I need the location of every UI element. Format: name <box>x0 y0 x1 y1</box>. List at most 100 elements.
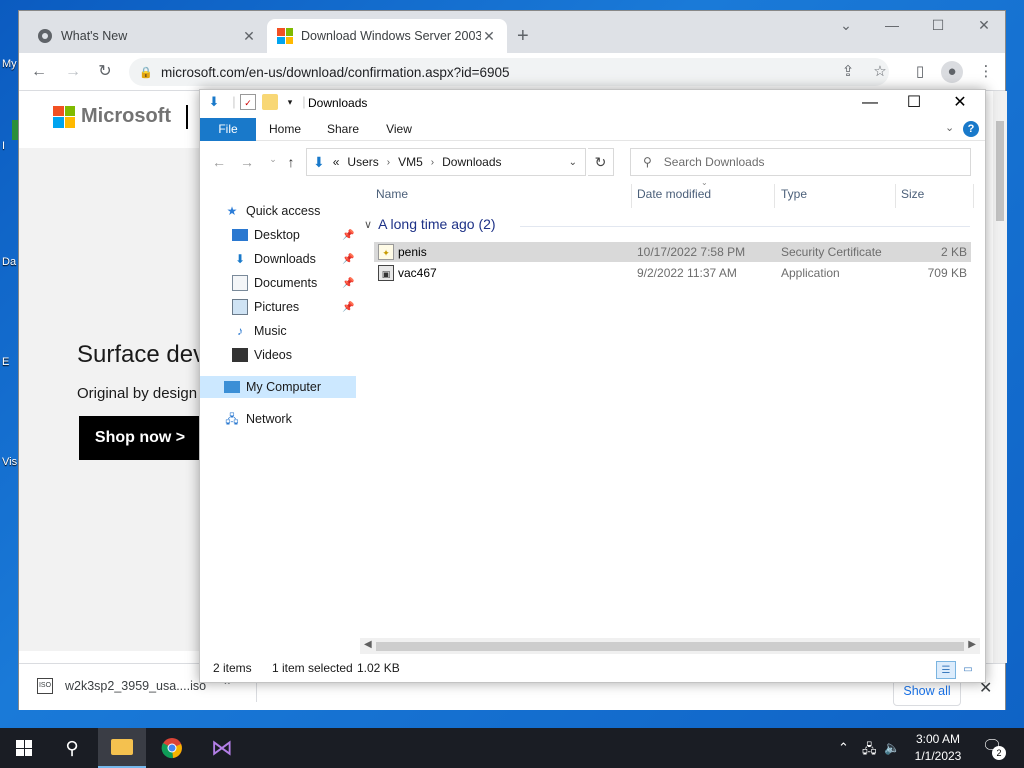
help-icon[interactable]: ? <box>963 121 979 137</box>
nav-my-computer[interactable]: My Computer <box>200 376 356 398</box>
column-divider[interactable] <box>973 184 974 208</box>
show-hidden-icons-icon[interactable]: ⌃ <box>838 740 849 756</box>
tab-file[interactable]: File <box>200 118 256 141</box>
chevron-right-icon[interactable]: › <box>431 157 434 168</box>
tab-home[interactable]: Home <box>262 118 308 141</box>
search-input[interactable]: ⚲ Search Downloads <box>630 148 971 176</box>
pin-icon[interactable]: 📌 <box>342 302 354 313</box>
network-icon[interactable]: 🖧 <box>862 740 877 762</box>
tab-view[interactable]: View <box>376 118 422 141</box>
nav-documents[interactable]: Documents 📌 <box>232 272 360 294</box>
desktop-icon <box>232 229 248 241</box>
forward-icon[interactable]: → <box>238 154 256 170</box>
minimize-icon[interactable]: — <box>848 92 892 114</box>
address-row: ← → ⌄ ↑ ⬇ « Users › VM5 › Downloads ⌄ ↻ … <box>200 146 985 178</box>
shop-now-button[interactable]: Shop now > <box>79 416 201 460</box>
address-bar[interactable]: ⬇ « Users › VM5 › Downloads ⌄ <box>306 148 586 176</box>
search-icon[interactable]: ⚲ <box>48 728 96 768</box>
file-list: ⌄ Name Date modified Type Size ∨ A long … <box>360 178 975 642</box>
column-name[interactable]: Name <box>360 182 408 206</box>
nav-desktop[interactable]: Desktop 📌 <box>232 224 360 246</box>
back-icon[interactable]: ← <box>210 154 228 170</box>
tab-download-windows-server[interactable]: Download Windows Server 2003 ✕ <box>267 19 507 53</box>
tab-close-icon[interactable]: ✕ <box>481 28 497 45</box>
date-text: 1/1/2023 <box>914 749 962 763</box>
breadcrumb-downloads[interactable]: Downloads <box>442 155 501 169</box>
tab-whats-new[interactable]: What's New ✕ <box>27 19 267 53</box>
visual-studio-icon[interactable]: ⋈ <box>198 728 246 768</box>
tab-close-icon[interactable]: ✕ <box>241 28 257 45</box>
chevron-down-icon[interactable]: ∨ <box>364 218 372 231</box>
desktop-icon-label[interactable]: Da <box>2 256 16 268</box>
back-icon[interactable]: ← <box>27 61 51 83</box>
scrollbar-thumb[interactable] <box>996 121 1004 221</box>
side-panel-icon[interactable]: ▯ <box>909 61 931 83</box>
application-icon: ▣ <box>378 265 394 281</box>
nav-videos[interactable]: Videos <box>232 344 292 366</box>
new-folder-icon[interactable] <box>262 94 278 110</box>
clock[interactable]: 3:00 AM 1/1/2023 <box>900 731 976 765</box>
scrollbar-thumb[interactable] <box>376 642 964 651</box>
lock-icon[interactable]: 🔒 <box>139 66 153 79</box>
desktop-icon-label[interactable]: My <box>2 58 17 70</box>
breadcrumb-overflow[interactable]: « <box>333 155 340 169</box>
address-bar[interactable]: 🔒 microsoft.com/en-us/download/confirmat… <box>129 58 889 86</box>
nav-downloads[interactable]: ⬇ Downloads 📌 <box>232 248 360 270</box>
desktop-icon-label[interactable]: I <box>2 140 5 152</box>
recent-locations-icon[interactable]: ⌄ <box>264 154 282 165</box>
nav-quick-access[interactable]: ★ Quick access <box>224 200 321 222</box>
breadcrumb-users[interactable]: Users <box>347 155 378 169</box>
group-header[interactable]: ∨ A long time ago (2) <box>364 216 496 232</box>
scroll-left-icon[interactable]: ◀ <box>364 639 372 650</box>
expand-ribbon-icon[interactable]: ⌄ <box>945 121 954 134</box>
breadcrumb-vm5[interactable]: VM5 <box>398 155 423 169</box>
share-icon[interactable]: ⇪ <box>837 61 859 83</box>
menu-kebab-icon[interactable]: ⋮ <box>975 61 997 83</box>
reload-icon[interactable]: ↻ <box>93 61 117 83</box>
column-type[interactable]: Type <box>765 182 807 206</box>
profile-avatar-icon[interactable]: ● <box>941 61 963 83</box>
column-date-modified[interactable]: Date modified <box>621 182 711 206</box>
horizontal-scrollbar[interactable]: ◀ ▶ <box>360 638 980 654</box>
chevron-right-icon[interactable]: › <box>387 157 390 168</box>
large-icons-view-icon[interactable]: ▭ <box>958 661 978 679</box>
microsoft-logo[interactable]: Microsoft <box>53 105 171 128</box>
pin-icon[interactable]: 📌 <box>342 278 354 289</box>
chevron-down-icon[interactable]: ⌄ <box>569 157 577 168</box>
file-row[interactable]: ✦ penis 10/17/2022 7:58 PM Security Cert… <box>374 242 971 262</box>
properties-icon[interactable]: ✓ <box>240 94 256 110</box>
nav-network[interactable]: 🖧 Network <box>224 408 292 430</box>
tab-share[interactable]: Share <box>320 118 366 141</box>
file-name: vac467 <box>398 266 437 280</box>
details-view-icon[interactable]: ☰ <box>936 661 956 679</box>
refresh-icon[interactable]: ↻ <box>588 148 614 176</box>
close-icon[interactable]: ✕ <box>961 17 1007 34</box>
volume-icon[interactable]: 🔈 <box>884 740 900 756</box>
close-icon[interactable]: ✕ <box>938 92 982 114</box>
scroll-right-icon[interactable]: ▶ <box>968 639 976 650</box>
file-explorer-icon[interactable] <box>98 728 146 768</box>
maximize-icon[interactable]: ☐ <box>915 17 961 34</box>
nav-pictures[interactable]: Pictures 📌 <box>232 296 360 318</box>
column-size[interactable]: Size <box>885 182 924 206</box>
bookmark-star-icon[interactable]: ☆ <box>869 61 891 83</box>
minimize-icon[interactable]: — <box>869 17 915 33</box>
chrome-icon[interactable] <box>148 728 196 768</box>
desktop-icon-label[interactable]: Vis <box>2 456 17 468</box>
nav-music[interactable]: ♪ Music <box>232 320 287 342</box>
ribbon-tabs: File Home Share View ⌄ ? <box>200 118 985 141</box>
tab-search-icon[interactable]: ⌄ <box>823 17 869 34</box>
up-icon[interactable]: ↑ <box>282 154 300 170</box>
forward-icon[interactable]: → <box>61 61 85 83</box>
file-row[interactable]: ▣ vac467 9/2/2022 11:37 AM Application 7… <box>374 263 971 283</box>
pictures-icon <box>232 299 248 315</box>
hero-subtitle: Original by design <box>77 385 198 402</box>
desktop-icon-label[interactable]: E <box>2 356 9 368</box>
page-scrollbar[interactable] <box>993 91 1007 663</box>
item-count: 2 items <box>213 661 252 675</box>
new-tab-icon[interactable]: + <box>517 25 529 48</box>
pin-icon[interactable]: 📌 <box>342 230 354 241</box>
start-button[interactable] <box>0 728 48 768</box>
maximize-icon[interactable]: ☐ <box>892 92 936 114</box>
pin-icon[interactable]: 📌 <box>342 254 354 265</box>
